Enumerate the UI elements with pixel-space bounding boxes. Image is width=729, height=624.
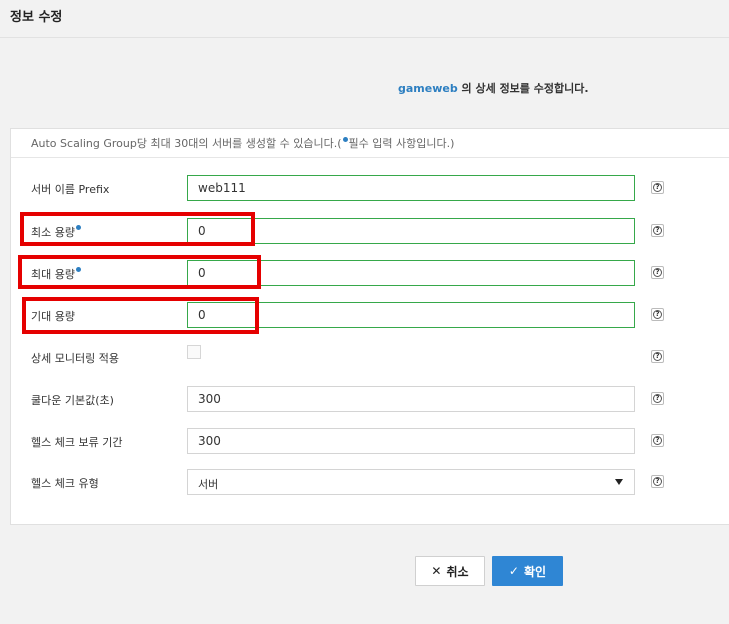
help-icon[interactable]: ?: [651, 308, 664, 321]
check-icon: ✓: [508, 564, 519, 578]
confirm-label: 확인: [523, 564, 547, 579]
required-dot-icon: [342, 137, 348, 142]
notice-text: Auto Scaling Group당 최대 30대의 서버를 생성할 수 있습…: [11, 129, 729, 158]
health-grace-input[interactable]: [187, 428, 635, 454]
cancel-label: 취소: [446, 564, 469, 579]
row-detailed-monitoring: 상세 모니터링 적용 ?: [11, 344, 729, 370]
help-symbol: ?: [653, 310, 662, 319]
cancel-button[interactable]: ✕ 취소: [415, 556, 485, 586]
help-icon[interactable]: ?: [651, 224, 664, 237]
min-capacity-label-text: 최소 용량: [31, 226, 75, 239]
help-icon[interactable]: ?: [651, 475, 664, 488]
help-icon[interactable]: ?: [651, 434, 664, 447]
detailed-monitoring-label: 상세 모니터링 적용: [31, 352, 119, 365]
help-icon[interactable]: ?: [651, 350, 664, 363]
min-capacity-label: 최소 용량: [31, 224, 82, 240]
form-subtitle: gameweb 의 상세 정보를 수정합니다.: [398, 80, 589, 96]
dialog-title: 정보 수정: [10, 10, 63, 25]
cooldown-input[interactable]: [187, 386, 635, 412]
close-icon: ✕: [431, 564, 442, 578]
row-max-capacity: 최대 용량 ?: [11, 260, 729, 286]
confirm-button[interactable]: ✓ 확인: [492, 556, 563, 586]
help-icon[interactable]: ?: [651, 392, 664, 405]
app-name: gameweb: [398, 82, 458, 95]
row-health-type: 헬스 체크 유형 서버 ?: [11, 469, 729, 495]
form-panel: Auto Scaling Group당 최대 30대의 서버를 생성할 수 있습…: [10, 128, 729, 525]
help-symbol: ?: [653, 268, 662, 277]
desired-capacity-input[interactable]: [187, 302, 635, 328]
server-prefix-label: 서버 이름 Prefix: [31, 183, 110, 196]
help-symbol: ?: [653, 226, 662, 235]
health-grace-label: 헬스 체크 보류 기간: [31, 436, 123, 449]
max-capacity-label: 최대 용량: [31, 266, 82, 282]
help-symbol: ?: [653, 394, 662, 403]
help-symbol: ?: [653, 183, 662, 192]
max-capacity-label-text: 최대 용량: [31, 268, 75, 281]
help-symbol: ?: [653, 352, 662, 361]
subtitle-text: 의 상세 정보를 수정합니다.: [457, 82, 589, 95]
health-type-select[interactable]: 서버: [187, 469, 635, 495]
help-icon[interactable]: ?: [651, 266, 664, 279]
notice-text-before: Auto Scaling Group당 최대 30대의 서버를 생성할 수 있습…: [31, 137, 342, 150]
server-prefix-input[interactable]: [187, 175, 635, 201]
row-desired-capacity: 기대 용량 ?: [11, 302, 729, 328]
row-health-grace: 헬스 체크 보류 기간 ?: [11, 428, 729, 454]
notice-text-after: 필수 입력 사항입니다.): [348, 137, 455, 150]
required-dot-icon: [75, 225, 81, 230]
help-icon[interactable]: ?: [651, 181, 664, 194]
min-capacity-input[interactable]: [187, 218, 635, 244]
help-symbol: ?: [653, 436, 662, 445]
max-capacity-input[interactable]: [187, 260, 635, 286]
help-symbol: ?: [653, 477, 662, 486]
detailed-monitoring-checkbox[interactable]: [187, 345, 201, 359]
row-cooldown: 쿨다운 기본값(초) ?: [11, 386, 729, 412]
desired-capacity-label: 기대 용량: [31, 310, 75, 323]
row-server-prefix: 서버 이름 Prefix ?: [11, 175, 729, 201]
caret-down-icon: [615, 479, 623, 485]
dialog-header: 정보 수정: [0, 0, 729, 38]
required-dot-icon: [75, 267, 81, 272]
cooldown-label: 쿨다운 기본값(초): [31, 394, 114, 407]
health-type-value: 서버: [198, 478, 219, 491]
row-min-capacity: 최소 용량 ?: [11, 218, 729, 244]
health-type-label: 헬스 체크 유형: [31, 477, 99, 490]
